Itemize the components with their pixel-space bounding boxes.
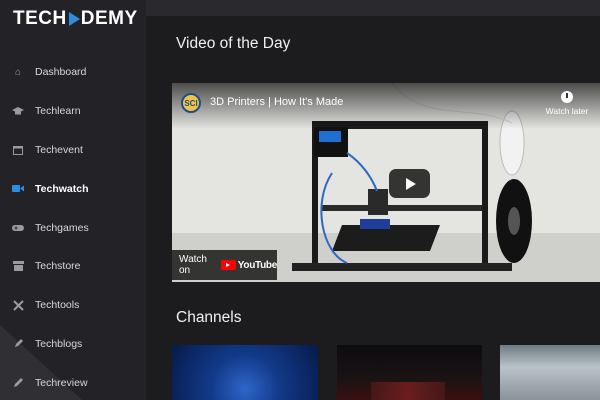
sidebar-item-label: Techevent [35,143,83,156]
watch-later-button[interactable]: Watch later [543,91,591,116]
play-button[interactable] [389,169,430,198]
sidebar-item-techstore[interactable]: Techstore [0,247,146,286]
video-camera-icon [12,183,24,195]
tools-icon [12,299,24,311]
sidebar-item-techreview[interactable]: Techreview [0,363,146,400]
youtube-wordmark: YouTube [237,259,278,271]
sidebar-item-label: Techwatch [35,182,89,195]
play-icon [405,177,416,190]
sidebar-item-techwatch[interactable]: Techwatch [0,169,146,208]
graduation-cap-icon [12,105,24,117]
sidebar-item-label: Dashboard [35,66,87,79]
video-player[interactable]: SCI 3D Printers | How It's Made Watch la… [172,83,600,282]
watch-later-label: Watch later [545,106,589,116]
video-title[interactable]: 3D Printers | How It's Made [210,96,343,108]
top-bar [146,0,600,16]
brand-logo[interactable]: TECH DEMY [13,8,138,30]
sidebar-item-techblogs[interactable]: Techblogs [0,325,146,364]
channels-heading: Channels [176,309,242,326]
sidebar-item-dashboard[interactable]: ⌂ Dashboard [0,53,146,92]
home-icon: ⌂ [14,66,22,78]
youtube-logo: YouTube [220,259,278,271]
sidebar-item-techgames[interactable]: Techgames [0,208,146,247]
calendar-icon [12,144,24,156]
channel-thumbnail[interactable] [500,345,600,400]
pencil-icon [12,377,24,389]
sidebar-item-label: Techblogs [35,337,83,350]
clock-icon [561,91,573,103]
sidebar: TECH DEMY ⌂ Dashboard Techlearn Techeven… [0,0,146,400]
watch-on-label: Watch on [179,254,207,276]
main-content: Video of the Day SCI 3D Printers | How I… [146,16,600,400]
sidebar-item-techevent[interactable]: Techevent [0,131,146,170]
channel-thumbnail[interactable] [172,345,318,400]
thumbnail-text-strip [371,382,445,400]
blog-icon [12,338,24,350]
sidebar-item-techlearn[interactable]: Techlearn [0,92,146,131]
sidebar-item-label: Techlearn [35,105,81,118]
watch-on-youtube-button[interactable]: Watch on YouTube [172,250,277,280]
video-of-the-day-heading: Video of the Day [176,35,291,52]
brand-name-right: DEMY [80,8,138,29]
sidebar-item-techtools[interactable]: Techtools [0,286,146,325]
play-triangle-icon [68,12,80,26]
gamepad-icon [12,222,24,234]
youtube-play-icon [220,260,236,270]
sidebar-item-label: Techtools [35,299,80,312]
sidebar-item-label: Techreview [35,376,88,389]
sidebar-item-label: Techgames [35,221,89,234]
sidebar-nav: ⌂ Dashboard Techlearn Techevent Techwatc… [0,53,146,400]
sidebar-item-label: Techstore [35,260,81,273]
channel-logo[interactable]: SCI [181,93,201,113]
brand-name-left: TECH [13,8,67,29]
channel-thumbnail[interactable] [337,345,482,400]
store-icon [12,260,24,272]
